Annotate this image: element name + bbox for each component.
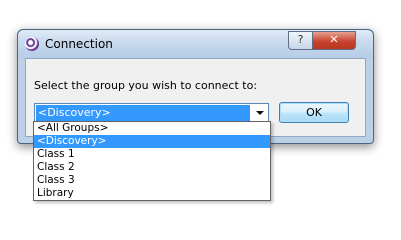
dropdown-option-class-2[interactable]: Class 2 bbox=[34, 161, 270, 174]
close-button[interactable]: ✕ bbox=[312, 31, 356, 50]
group-select-value: <Discovery> bbox=[36, 105, 250, 121]
group-dropdown-list: <All Groups> <Discovery> Class 1 Class 2… bbox=[33, 121, 271, 201]
help-button[interactable]: ? bbox=[288, 31, 313, 50]
group-prompt-label: Select the group you wish to connect to: bbox=[34, 79, 258, 92]
title-bar[interactable]: Connection ? ✕ bbox=[18, 30, 373, 58]
dropdown-option-library[interactable]: Library bbox=[34, 187, 270, 200]
dropdown-option-all-groups[interactable]: <All Groups> bbox=[34, 122, 270, 135]
help-icon: ? bbox=[297, 33, 304, 46]
ok-button[interactable]: OK bbox=[279, 102, 349, 123]
chevron-down-icon[interactable] bbox=[256, 111, 264, 115]
close-icon: ✕ bbox=[329, 33, 339, 46]
dropdown-option-class-1[interactable]: Class 1 bbox=[34, 148, 270, 161]
dropdown-option-class-3[interactable]: Class 3 bbox=[34, 174, 270, 187]
dropdown-option-discovery[interactable]: <Discovery> bbox=[34, 135, 270, 148]
window-title: Connection bbox=[45, 37, 113, 51]
group-select[interactable]: <Discovery> bbox=[34, 103, 269, 123]
connection-app-icon bbox=[25, 37, 39, 51]
